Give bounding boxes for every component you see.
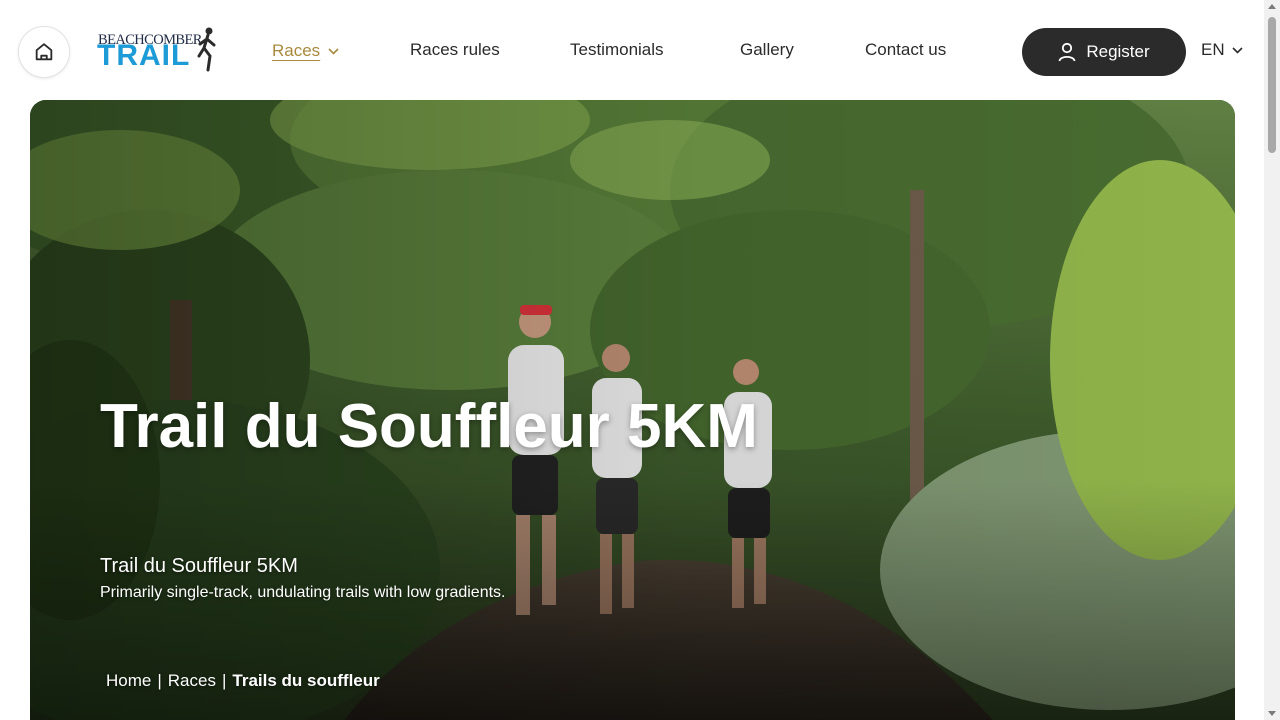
home-button[interactable] xyxy=(18,26,70,78)
runner-logo-icon xyxy=(197,27,216,72)
breadcrumb: Home | Races | Trails du souffleur xyxy=(106,671,380,691)
chevron-down-icon xyxy=(328,47,339,55)
language-selector[interactable]: EN xyxy=(1201,40,1243,60)
register-label: Register xyxy=(1086,42,1150,61)
page-scrollbar[interactable] xyxy=(1264,0,1280,720)
page-title: Trail du Souffleur 5KM xyxy=(100,392,758,461)
site-logo[interactable]: BEACHCOMBER TRAIL xyxy=(97,26,221,74)
hero-banner: Trail du Souffleur 5KM Trail du Souffleu… xyxy=(30,100,1235,720)
nav-testimonials[interactable]: Testimonials xyxy=(570,40,664,62)
breadcrumb-home[interactable]: Home xyxy=(106,671,151,691)
nav-contact-us[interactable]: Contact us xyxy=(865,40,946,62)
nav-gallery[interactable]: Gallery xyxy=(740,40,794,62)
scroll-down-arrow-icon[interactable] xyxy=(1268,711,1276,716)
nav-races-label: Races xyxy=(272,41,321,60)
logo-bottom-text: TRAIL xyxy=(97,39,191,72)
user-icon xyxy=(1058,42,1076,62)
scroll-thumb[interactable] xyxy=(1268,17,1276,153)
hero-subtitle: Trail du Souffleur 5KM xyxy=(100,555,298,577)
scroll-up-arrow-icon[interactable] xyxy=(1268,4,1276,9)
breadcrumb-separator: | xyxy=(221,671,227,690)
nav-races-rules[interactable]: Races rules xyxy=(410,40,500,62)
register-button[interactable]: Register xyxy=(1022,28,1186,76)
breadcrumb-separator: | xyxy=(157,671,162,690)
home-icon xyxy=(35,43,53,61)
breadcrumb-current: Trails du souffleur xyxy=(232,671,380,690)
site-header: BEACHCOMBER TRAIL Races Races rules Test… xyxy=(0,0,1264,100)
hero-description: Primarily single-track, undulating trail… xyxy=(100,584,506,601)
chevron-down-icon xyxy=(1232,46,1243,54)
language-label: EN xyxy=(1201,40,1225,59)
breadcrumb-races[interactable]: Races xyxy=(168,671,216,691)
nav-races[interactable]: Races xyxy=(272,40,339,62)
